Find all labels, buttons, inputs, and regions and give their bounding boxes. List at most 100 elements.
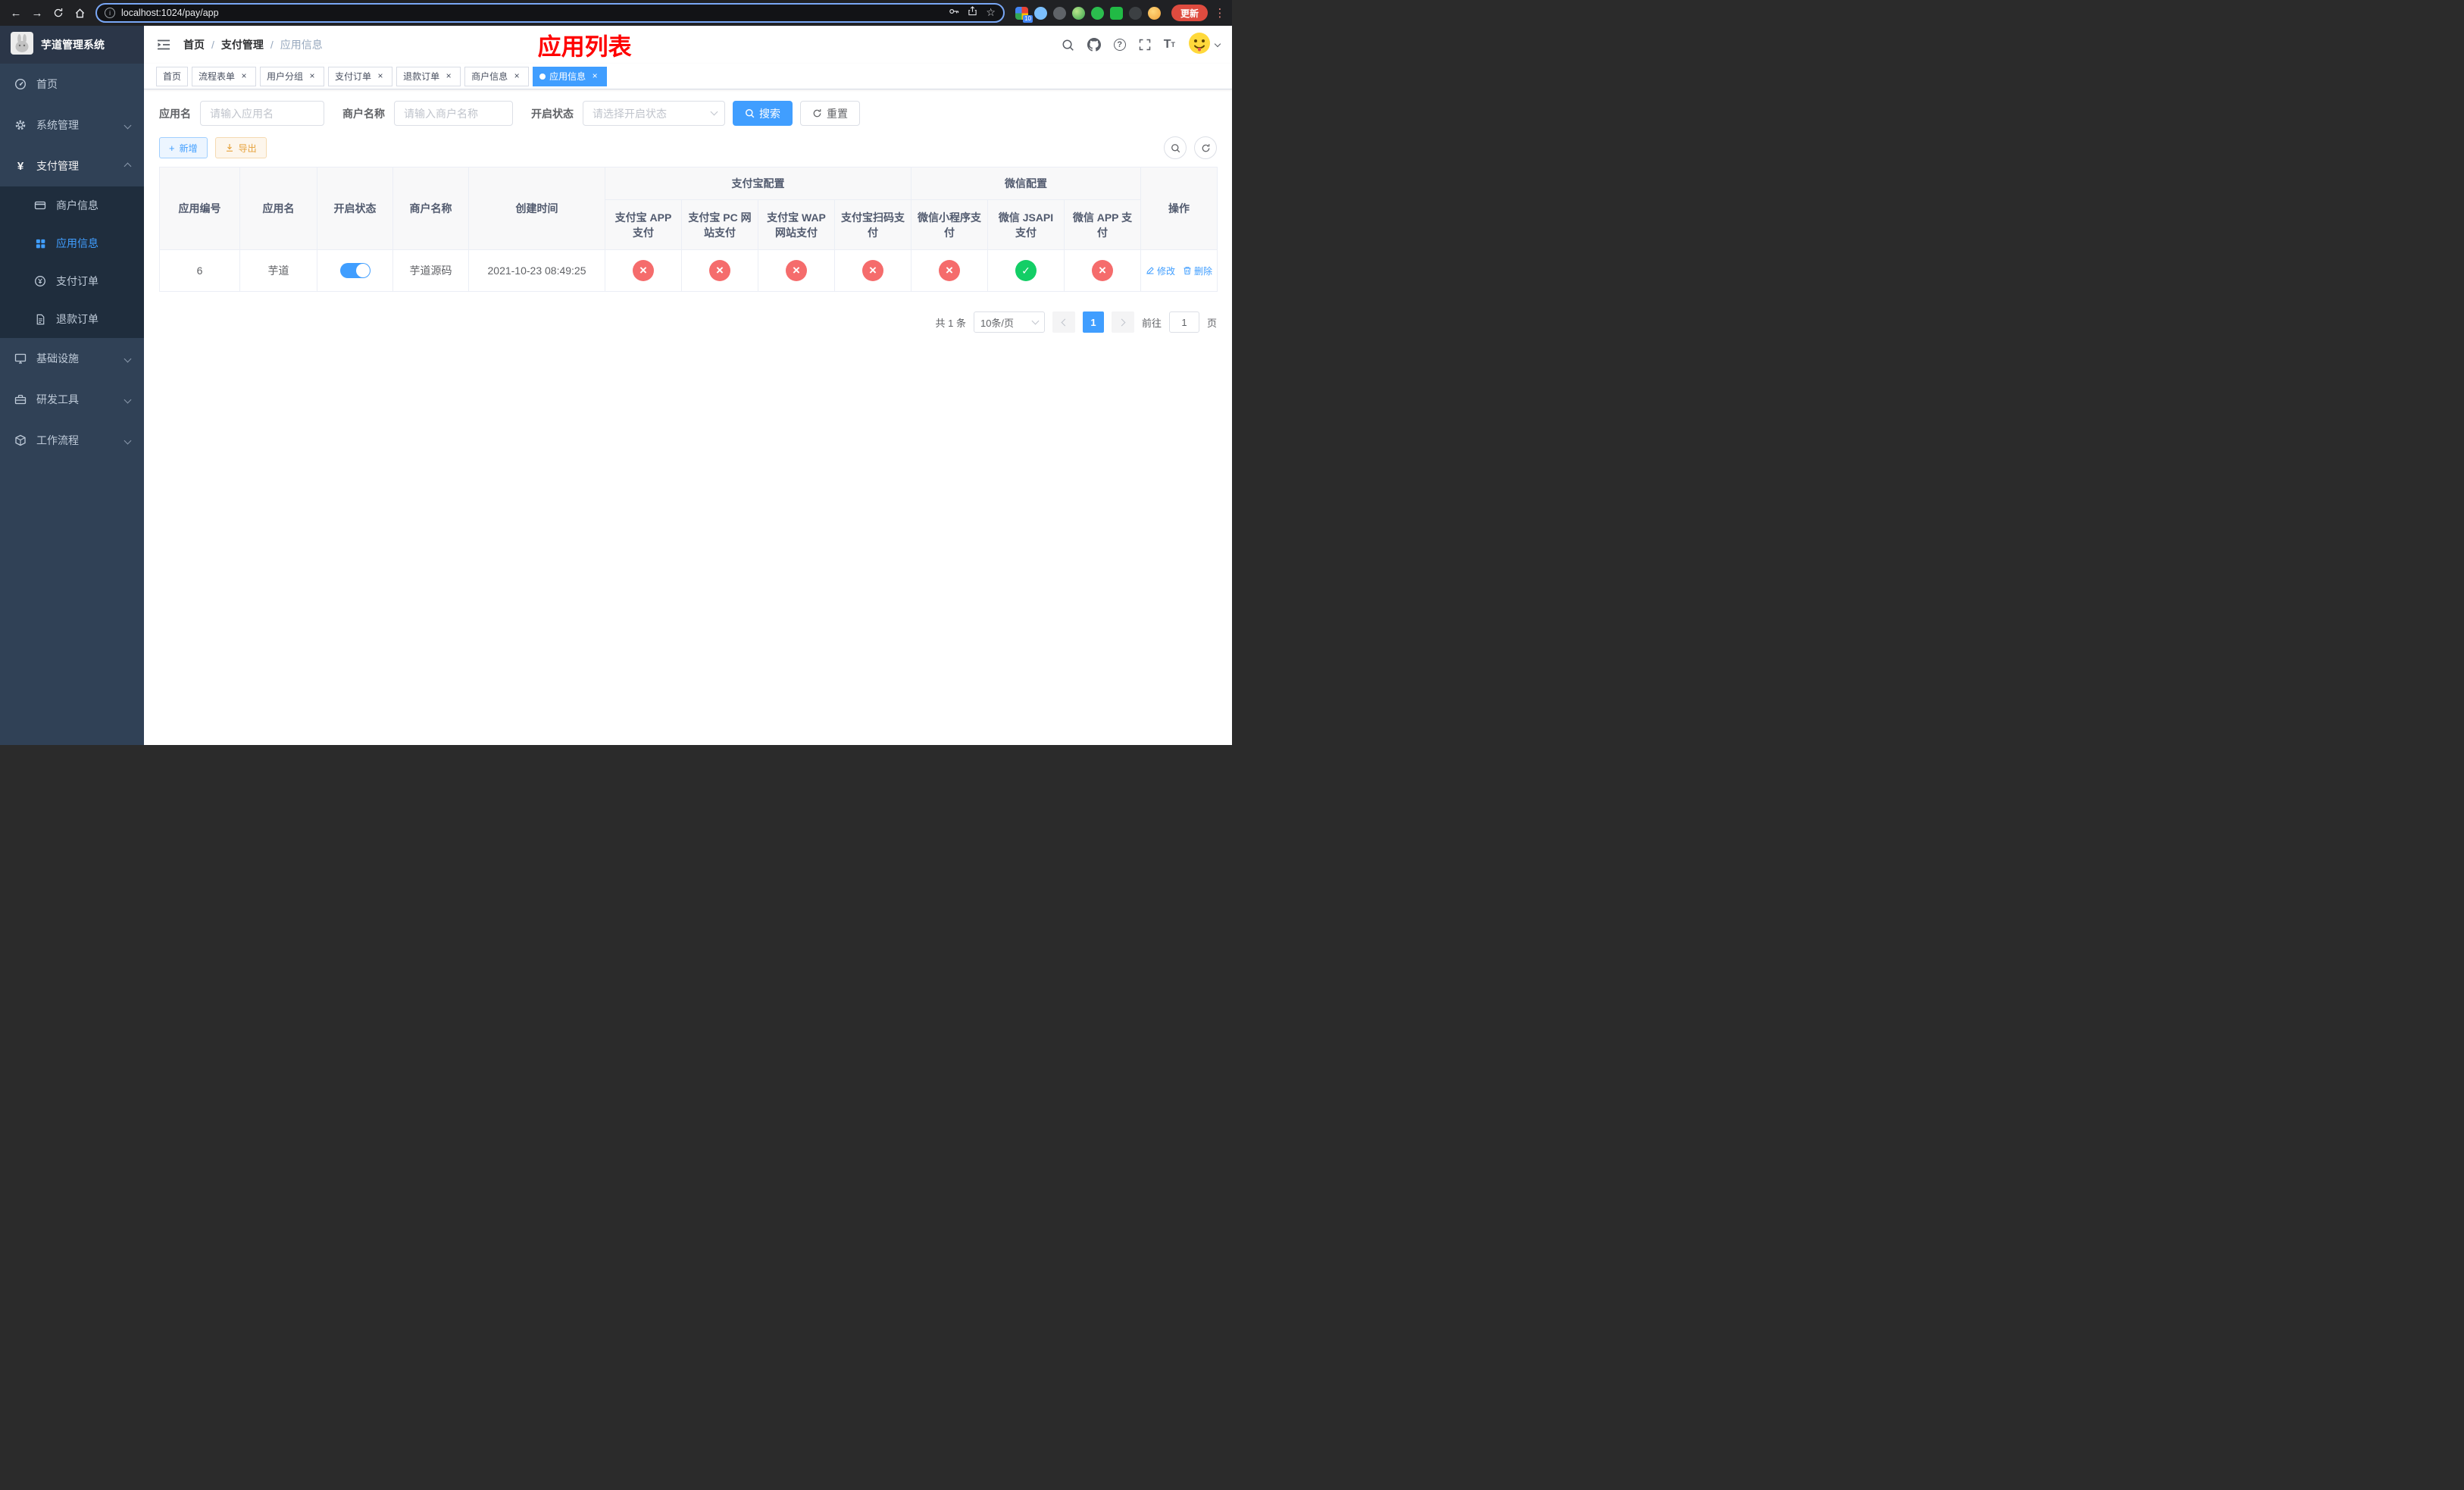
app-name-input[interactable]	[210, 107, 314, 120]
sidebar-item-merchant-info[interactable]: 商户信息	[0, 186, 144, 224]
export-button[interactable]: 导出	[214, 137, 267, 158]
extension-icon-1[interactable]: 10	[1015, 6, 1033, 23]
extension-icon-7[interactable]	[1128, 6, 1142, 20]
top-navbar: 首页 支付管理 应用信息 应用列表	[144, 26, 1232, 64]
page-number-1[interactable]: 1	[1082, 311, 1104, 333]
tab-refund-order[interactable]: 退款订单	[396, 66, 461, 86]
alipay-pc-disabled-icon	[709, 260, 730, 281]
sidebar-item-payment[interactable]: 支付管理	[0, 146, 144, 186]
extensions-row: 10	[1015, 6, 1161, 23]
password-key-icon[interactable]	[949, 6, 959, 20]
tab-home[interactable]: 首页	[156, 66, 189, 86]
col-header-wx-jsapi: 微信 JSAPI 支付	[987, 199, 1065, 250]
sidebar-menu: 首页 系统管理 支付管理	[0, 64, 144, 461]
reset-button[interactable]: 重置	[800, 101, 860, 126]
share-icon[interactable]	[968, 6, 977, 20]
edit-link[interactable]: 修改	[1146, 265, 1175, 277]
table-row: 6 芋道 芋道源码 2021-10-23 08:49:25 × × × × × …	[159, 249, 1218, 292]
search-button[interactable]: 搜索	[733, 101, 793, 126]
page-size-select[interactable]: 10条/页	[973, 311, 1045, 333]
status-toggle[interactable]	[339, 263, 371, 278]
sidebar-item-dev-tools[interactable]: 研发工具	[0, 379, 144, 420]
tab-process-form[interactable]: 流程表单	[192, 66, 257, 86]
wx-app-disabled-icon	[1092, 260, 1113, 281]
browser-home-icon[interactable]	[70, 3, 89, 23]
sidebar-item-workflow[interactable]: 工作流程	[0, 420, 144, 461]
extension-icon-8[interactable]	[1147, 6, 1161, 20]
cell-merchant: 芋道源码	[392, 249, 469, 292]
tab-app-info[interactable]: 应用信息	[533, 66, 608, 86]
extension-icon-4[interactable]	[1071, 6, 1085, 20]
prev-page-button[interactable]	[1052, 311, 1075, 333]
payment-submenu: 商户信息 应用信息 支付订单 退款订单	[0, 186, 144, 338]
sidebar-item-home[interactable]: 首页	[0, 64, 144, 105]
user-menu[interactable]	[1188, 32, 1221, 58]
col-header-alipay-app: 支付宝 APP 支付	[605, 199, 682, 250]
monitor-icon	[14, 352, 27, 365]
search-icon[interactable]	[1062, 39, 1074, 52]
site-info-icon[interactable]	[105, 8, 115, 18]
app-title: 芋道管理系统	[41, 39, 105, 51]
extension-icon-6[interactable]	[1109, 6, 1123, 20]
app-name-label: 应用名	[159, 107, 191, 120]
close-icon[interactable]	[589, 71, 600, 82]
browser-back-icon[interactable]	[6, 3, 26, 23]
app-logo[interactable]: 芋道管理系统	[0, 26, 144, 64]
sidebar: 芋道管理系统 首页 系统管理 支	[0, 26, 144, 745]
grid-icon	[33, 238, 47, 249]
browser-menu-icon[interactable]	[1214, 6, 1226, 20]
breadcrumb-payment[interactable]: 支付管理	[221, 37, 280, 52]
wx-lite-disabled-icon	[939, 260, 960, 281]
gear-icon	[14, 119, 27, 131]
browser-reload-icon[interactable]	[48, 3, 68, 23]
status-select[interactable]: 请选择开启状态	[583, 101, 725, 126]
sidebar-item-infra[interactable]: 基础设施	[0, 338, 144, 379]
add-button[interactable]: 新增	[159, 137, 208, 158]
close-icon[interactable]	[511, 71, 522, 82]
yen-icon	[14, 160, 27, 173]
close-icon[interactable]	[239, 71, 249, 82]
col-header-status: 开启状态	[317, 167, 393, 250]
close-icon[interactable]	[375, 71, 386, 82]
extension-icon-2[interactable]	[1033, 6, 1047, 20]
close-icon[interactable]	[443, 71, 454, 82]
goto-page-input[interactable]	[1168, 311, 1199, 333]
sidebar-item-refund-order[interactable]: 退款订单	[0, 300, 144, 338]
browser-forward-icon[interactable]	[27, 3, 47, 23]
next-page-button[interactable]	[1111, 311, 1134, 333]
caret-down-icon	[1214, 40, 1221, 47]
logo-avatar	[11, 31, 33, 58]
delete-link[interactable]: 删除	[1183, 265, 1212, 277]
bookmark-star-icon[interactable]	[986, 6, 996, 20]
fullscreen-icon[interactable]	[1139, 39, 1151, 51]
tab-pay-order[interactable]: 支付订单	[328, 66, 393, 86]
close-icon[interactable]	[307, 71, 317, 82]
extension-icon-3[interactable]	[1052, 6, 1066, 20]
dashboard-icon	[14, 78, 27, 90]
tab-user-group[interactable]: 用户分组	[260, 66, 325, 86]
refresh-button[interactable]	[1194, 136, 1217, 159]
sidebar-item-app-info[interactable]: 应用信息	[0, 224, 144, 262]
col-header-created: 创建时间	[468, 167, 605, 250]
extension-icon-5[interactable]	[1090, 6, 1104, 20]
sidebar-item-pay-order[interactable]: 支付订单	[0, 262, 144, 300]
col-header-id: 应用编号	[159, 167, 240, 250]
toggle-search-button[interactable]	[1164, 136, 1187, 159]
address-bar[interactable]: localhost:1024/pay/app	[95, 3, 1005, 23]
page-content: 应用名 商户名称 开启状态 请选择开启状态 搜索	[144, 89, 1232, 745]
url-text[interactable]: localhost:1024/pay/app	[121, 8, 943, 18]
breadcrumb-home[interactable]: 首页	[183, 37, 221, 52]
help-icon[interactable]	[1113, 39, 1126, 51]
merchant-name-input[interactable]	[404, 107, 503, 120]
font-size-icon[interactable]	[1164, 38, 1175, 52]
sidebar-item-system[interactable]: 系统管理	[0, 105, 144, 146]
credit-card-icon	[33, 199, 47, 211]
browser-update-button[interactable]: 更新	[1171, 5, 1208, 21]
tags-view-bar: 首页 流程表单 用户分组 支付订单 退款订单 商户信息 应用信息	[144, 64, 1232, 89]
sidebar-fold-icon[interactable]	[156, 37, 171, 52]
sidebar-item-label: 应用信息	[56, 237, 98, 249]
tab-merchant-info[interactable]: 商户信息	[464, 66, 530, 86]
cell-id: 6	[159, 249, 240, 292]
github-icon[interactable]	[1087, 38, 1101, 52]
sidebar-item-label: 首页	[36, 78, 58, 90]
